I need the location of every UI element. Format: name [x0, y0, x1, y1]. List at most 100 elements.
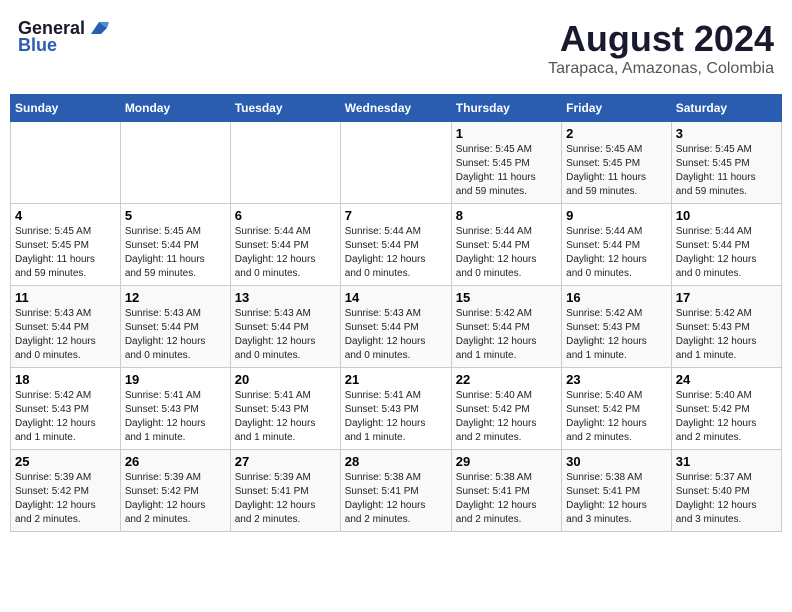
- calendar-cell: 23 Sunrise: 5:40 AM Sunset: 5:42 PM Dayli…: [562, 368, 672, 450]
- cell-detail: Sunrise: 5:38 AM Sunset: 5:41 PM Dayligh…: [566, 471, 667, 527]
- cell-detail: Sunrise: 5:44 AM Sunset: 5:44 PM Dayligh…: [566, 225, 667, 281]
- day-number: 14: [345, 290, 447, 305]
- calendar-cell: 22Sunrise: 5:40 AM Sunset: 5:42 PM Dayli…: [451, 368, 561, 450]
- cell-detail: Sunrise: 5:39 AM Sunset: 5:41 PM Dayligh…: [235, 471, 336, 527]
- cell-detail: Sunrise: 5:38 AM Sunset: 5:41 PM Dayligh…: [345, 471, 447, 527]
- day-header-friday: Friday: [562, 95, 672, 122]
- calendar-cell: 20 Sunrise: 5:41 AM Sunset: 5:43 PM Dayli…: [230, 368, 340, 450]
- calendar-cell: [11, 122, 121, 204]
- day-number: 18: [15, 372, 116, 387]
- calendar-cell: 12Sunrise: 5:43 AM Sunset: 5:44 PM Dayli…: [120, 286, 230, 368]
- calendar-cell: 27 Sunrise: 5:39 AM Sunset: 5:41 PM Dayli…: [230, 450, 340, 532]
- cell-detail: Sunrise: 5:38 AM Sunset: 5:41 PM Dayligh…: [456, 471, 557, 527]
- cell-detail: Sunrise: 5:44 AM Sunset: 5:44 PM Dayligh…: [235, 225, 336, 281]
- cell-detail: Sunrise: 5:45 AM Sunset: 5:45 PM Dayligh…: [456, 143, 557, 199]
- calendar-table: SundayMondayTuesdayWednesdayThursdayFrid…: [10, 94, 782, 532]
- day-number: 10: [676, 208, 777, 223]
- cell-detail: Sunrise: 5:43 AM Sunset: 5:44 PM Dayligh…: [235, 307, 336, 363]
- cell-detail: Sunrise: 5:42 AM Sunset: 5:43 PM Dayligh…: [566, 307, 667, 363]
- calendar-cell: 30 Sunrise: 5:38 AM Sunset: 5:41 PM Dayli…: [562, 450, 672, 532]
- day-number: 15: [456, 290, 557, 305]
- title-area: August 2024 Tarapaca, Amazonas, Colombia: [540, 10, 782, 86]
- calendar-cell: 25Sunrise: 5:39 AM Sunset: 5:42 PM Dayli…: [11, 450, 121, 532]
- calendar-cell: 9 Sunrise: 5:44 AM Sunset: 5:44 PM Daylig…: [562, 204, 672, 286]
- day-number: 8: [456, 208, 557, 223]
- cell-detail: Sunrise: 5:41 AM Sunset: 5:43 PM Dayligh…: [345, 389, 447, 445]
- calendar-cell: 21 Sunrise: 5:41 AM Sunset: 5:43 PM Dayli…: [340, 368, 451, 450]
- cell-detail: Sunrise: 5:43 AM Sunset: 5:44 PM Dayligh…: [345, 307, 447, 363]
- day-number: 24: [676, 372, 777, 387]
- day-number: 26: [125, 454, 226, 469]
- day-number: 1: [456, 126, 557, 141]
- day-number: 2: [566, 126, 667, 141]
- calendar-cell: 11 Sunrise: 5:43 AM Sunset: 5:44 PM Dayli…: [11, 286, 121, 368]
- cell-detail: Sunrise: 5:41 AM Sunset: 5:43 PM Dayligh…: [235, 389, 336, 445]
- cell-detail: Sunrise: 5:37 AM Sunset: 5:40 PM Dayligh…: [676, 471, 777, 527]
- day-header-saturday: Saturday: [671, 95, 781, 122]
- calendar-cell: 19 Sunrise: 5:41 AM Sunset: 5:43 PM Dayli…: [120, 368, 230, 450]
- calendar-cell: 18 Sunrise: 5:42 AM Sunset: 5:43 PM Dayli…: [11, 368, 121, 450]
- calendar-cell: 28 Sunrise: 5:38 AM Sunset: 5:41 PM Dayli…: [340, 450, 451, 532]
- calendar-cell: 13 Sunrise: 5:43 AM Sunset: 5:44 PM Dayli…: [230, 286, 340, 368]
- day-number: 30: [566, 454, 667, 469]
- calendar-cell: 5 Sunrise: 5:45 AM Sunset: 5:44 PM Daylig…: [120, 204, 230, 286]
- cell-detail: Sunrise: 5:45 AM Sunset: 5:45 PM Dayligh…: [566, 143, 667, 199]
- day-number: 5: [125, 208, 226, 223]
- calendar-cell: 29 Sunrise: 5:38 AM Sunset: 5:41 PM Dayli…: [451, 450, 561, 532]
- cell-detail: Sunrise: 5:40 AM Sunset: 5:42 PM Dayligh…: [566, 389, 667, 445]
- cell-detail: Sunrise: 5:43 AM Sunset: 5:44 PM Dayligh…: [15, 307, 116, 363]
- calendar-cell: 14 Sunrise: 5:43 AM Sunset: 5:44 PM Dayli…: [340, 286, 451, 368]
- calendar-cell: [230, 122, 340, 204]
- cell-detail: Sunrise: 5:41 AM Sunset: 5:43 PM Dayligh…: [125, 389, 226, 445]
- day-header-sunday: Sunday: [11, 95, 121, 122]
- day-number: 4: [15, 208, 116, 223]
- day-number: 9: [566, 208, 667, 223]
- cell-detail: Sunrise: 5:45 AM Sunset: 5:45 PM Dayligh…: [676, 143, 777, 199]
- calendar-cell: 24Sunrise: 5:40 AM Sunset: 5:42 PM Dayli…: [671, 368, 781, 450]
- day-number: 3: [676, 126, 777, 141]
- day-number: 29: [456, 454, 557, 469]
- cell-detail: Sunrise: 5:45 AM Sunset: 5:44 PM Dayligh…: [125, 225, 226, 281]
- cell-detail: Sunrise: 5:40 AM Sunset: 5:42 PM Dayligh…: [456, 389, 557, 445]
- calendar-cell: 3 Sunrise: 5:45 AM Sunset: 5:45 PM Daylig…: [671, 122, 781, 204]
- calendar-cell: 2 Sunrise: 5:45 AM Sunset: 5:45 PM Daylig…: [562, 122, 672, 204]
- calendar-cell: 1 Sunrise: 5:45 AM Sunset: 5:45 PM Daylig…: [451, 122, 561, 204]
- day-number: 17: [676, 290, 777, 305]
- logo-blue-text: Blue: [18, 35, 57, 56]
- day-number: 7: [345, 208, 447, 223]
- calendar-cell: 31 Sunrise: 5:37 AM Sunset: 5:40 PM Dayli…: [671, 450, 781, 532]
- cell-detail: Sunrise: 5:39 AM Sunset: 5:42 PM Dayligh…: [15, 471, 116, 527]
- cell-detail: Sunrise: 5:44 AM Sunset: 5:44 PM Dayligh…: [676, 225, 777, 281]
- day-number: 13: [235, 290, 336, 305]
- cell-detail: Sunrise: 5:42 AM Sunset: 5:43 PM Dayligh…: [676, 307, 777, 363]
- day-header-monday: Monday: [120, 95, 230, 122]
- calendar-cell: 26 Sunrise: 5:39 AM Sunset: 5:42 PM Dayli…: [120, 450, 230, 532]
- day-number: 12: [125, 290, 226, 305]
- cell-detail: Sunrise: 5:44 AM Sunset: 5:44 PM Dayligh…: [345, 225, 447, 281]
- logo-bird-icon: [87, 20, 109, 38]
- day-number: 11: [15, 290, 116, 305]
- day-number: 27: [235, 454, 336, 469]
- calendar-cell: 10 Sunrise: 5:44 AM Sunset: 5:44 PM Dayli…: [671, 204, 781, 286]
- day-number: 16: [566, 290, 667, 305]
- cell-detail: Sunrise: 5:42 AM Sunset: 5:44 PM Dayligh…: [456, 307, 557, 363]
- calendar-cell: 16 Sunrise: 5:42 AM Sunset: 5:43 PM Dayli…: [562, 286, 672, 368]
- day-number: 21: [345, 372, 447, 387]
- calendar-cell: [340, 122, 451, 204]
- day-header-tuesday: Tuesday: [230, 95, 340, 122]
- day-number: 31: [676, 454, 777, 469]
- cell-detail: Sunrise: 5:39 AM Sunset: 5:42 PM Dayligh…: [125, 471, 226, 527]
- day-number: 28: [345, 454, 447, 469]
- cell-detail: Sunrise: 5:45 AM Sunset: 5:45 PM Dayligh…: [15, 225, 116, 281]
- header: General Blue August 2024 Tarapaca, Amazo…: [10, 10, 782, 86]
- day-header-thursday: Thursday: [451, 95, 561, 122]
- calendar-cell: 15 Sunrise: 5:42 AM Sunset: 5:44 PM Dayli…: [451, 286, 561, 368]
- cell-detail: Sunrise: 5:42 AM Sunset: 5:43 PM Dayligh…: [15, 389, 116, 445]
- day-number: 20: [235, 372, 336, 387]
- main-title: August 2024: [548, 18, 774, 60]
- calendar-cell: 17 Sunrise: 5:42 AM Sunset: 5:43 PM Dayli…: [671, 286, 781, 368]
- subtitle: Tarapaca, Amazonas, Colombia: [548, 60, 774, 78]
- day-number: 19: [125, 372, 226, 387]
- day-number: 23: [566, 372, 667, 387]
- calendar-cell: 6Sunrise: 5:44 AM Sunset: 5:44 PM Daylig…: [230, 204, 340, 286]
